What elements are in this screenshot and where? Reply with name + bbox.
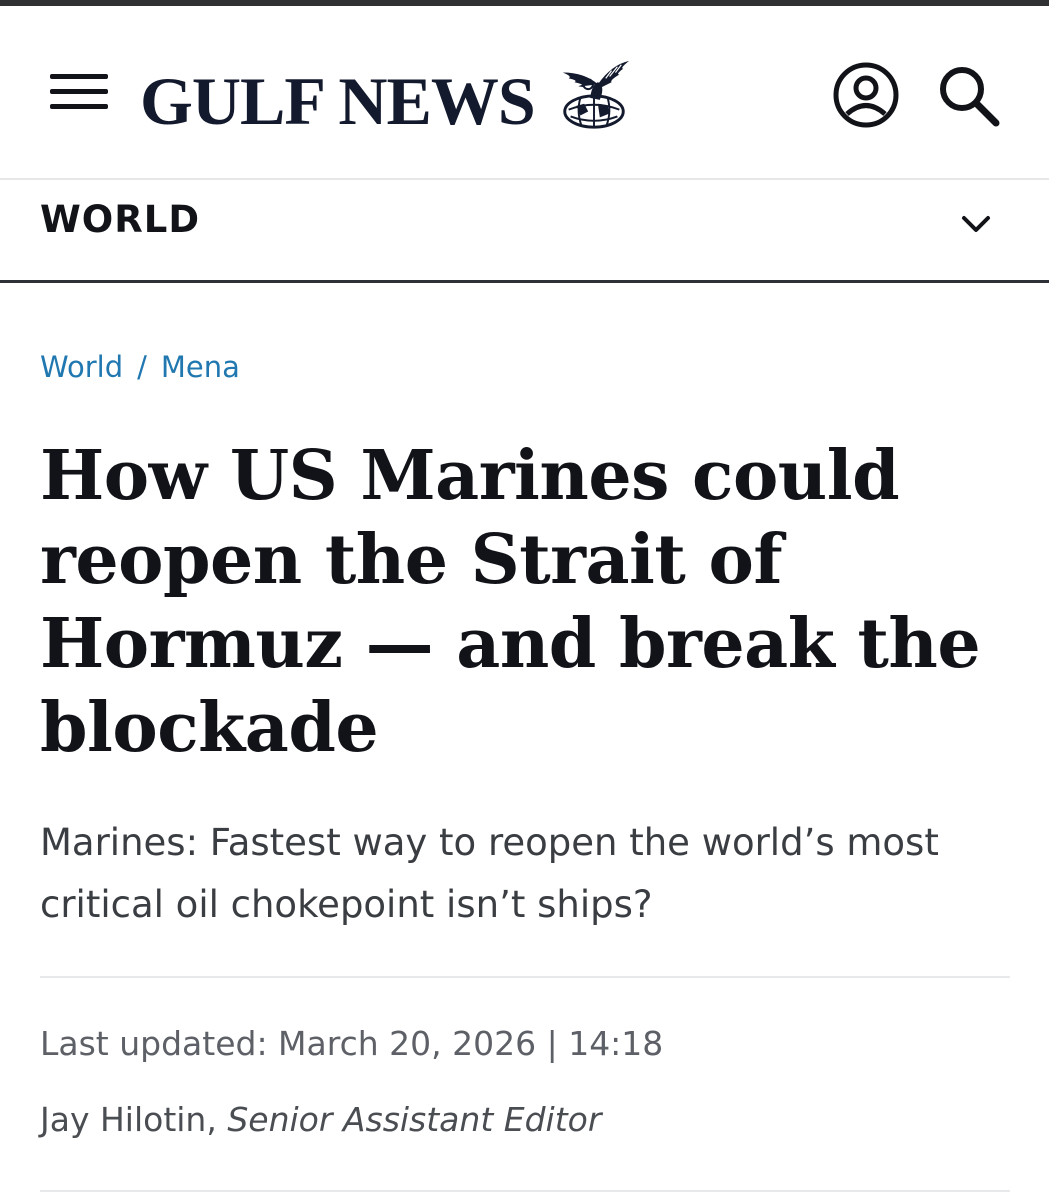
menu-button[interactable] [50,70,110,116]
byline-divider [40,1190,1010,1192]
site-logo-text: GULF NEWS [140,63,536,139]
breadcrumb: World / Mena [40,350,240,384]
author-byline: Jay Hilotin, Senior Assistant Editor [40,1100,601,1139]
breadcrumb-link-mena[interactable]: Mena [161,350,240,384]
account-button[interactable] [832,61,900,129]
chevron-down-icon [962,216,990,232]
site-logo[interactable]: GULF NEWS [140,56,633,146]
site-header: GULF NEWS [0,6,1049,178]
breadcrumb-link-world[interactable]: World [40,350,123,384]
last-updated-timestamp: Last updated: March 20, 2026 | 14:18 [40,1024,664,1063]
author-role: Senior Assistant Editor [227,1100,602,1139]
search-icon [940,67,1000,127]
article-meta-divider [40,976,1010,978]
eagle-globe-emblem-icon [562,60,629,129]
search-button[interactable] [936,64,1002,130]
section-divider [0,280,1049,283]
section-dropdown[interactable]: WORLD [0,180,1049,280]
section-label: WORLD [40,198,201,241]
author-separator: , [206,1100,217,1139]
user-account-icon [833,62,899,128]
article-subheadline: Marines: Fastest way to reopen the world… [40,821,939,926]
article-headline: How US Marines could reopen the Strait o… [40,436,981,768]
breadcrumb-separator: / [137,350,147,384]
hamburger-menu-icon [50,74,108,79]
author-name[interactable]: Jay Hilotin [40,1100,206,1139]
